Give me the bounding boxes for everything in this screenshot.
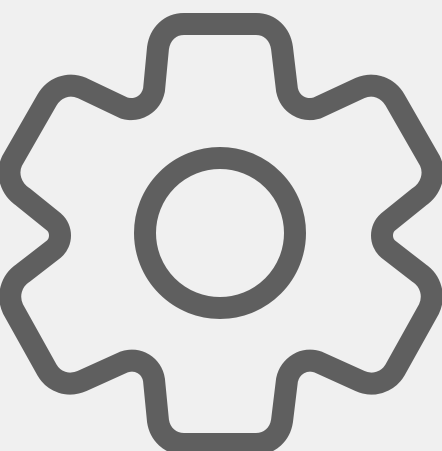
settings-gear[interactable]: [0, 0, 442, 451]
gear-icon: [0, 0, 442, 451]
screenshot-canvas: [0, 0, 442, 451]
